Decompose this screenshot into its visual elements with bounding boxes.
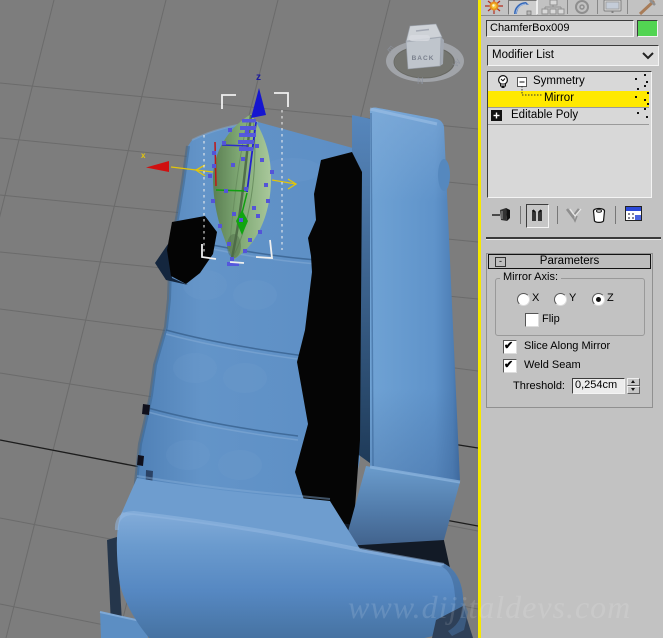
svg-text:BACK: BACK: [412, 55, 435, 62]
svg-text:x: x: [141, 151, 146, 160]
svg-text:N: N: [417, 76, 424, 86]
svg-text:z: z: [256, 72, 261, 83]
